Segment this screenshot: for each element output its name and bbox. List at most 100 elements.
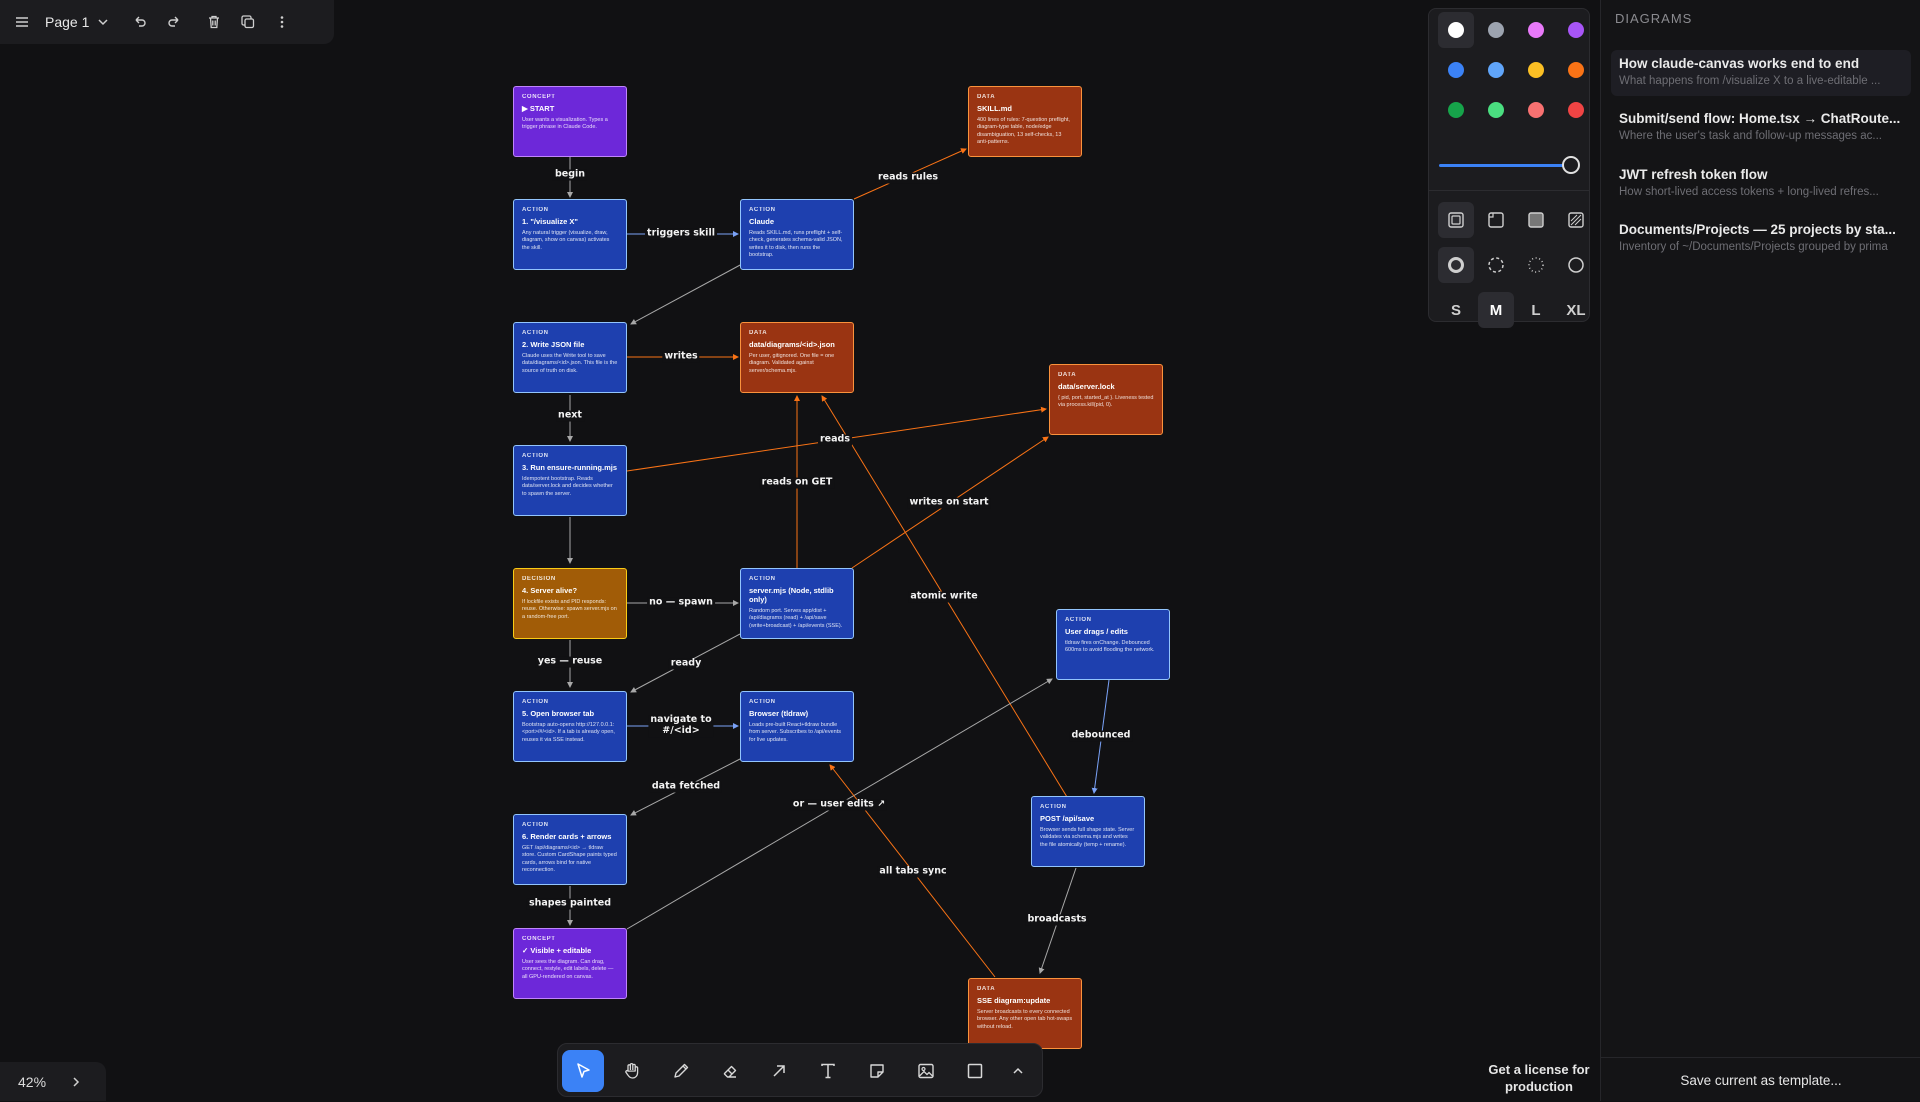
color-swatch[interactable] bbox=[1448, 62, 1464, 78]
edge-label-yes-reuse: yes — reuse bbox=[535, 655, 605, 668]
duplicate-icon[interactable] bbox=[231, 5, 265, 39]
card-server-alive[interactable]: DECISION 4. Server alive? If lockfile ex… bbox=[513, 568, 627, 639]
color-swatch[interactable] bbox=[1488, 102, 1504, 118]
zoom-level[interactable]: 42% bbox=[18, 1074, 46, 1090]
chevron-right-icon[interactable] bbox=[70, 1076, 82, 1088]
dash-dotted-icon[interactable] bbox=[1526, 255, 1546, 275]
card-ensure-running[interactable]: ACTION 3. Run ensure-running.mjs Idempot… bbox=[513, 445, 627, 516]
card-body: { pid, port, started_at }. Liveness test… bbox=[1058, 395, 1154, 409]
text-icon bbox=[821, 1063, 835, 1079]
eraser-icon bbox=[723, 1065, 737, 1078]
card-open-browser-tab[interactable]: ACTION 5. Open browser tab Bootstrap aut… bbox=[513, 691, 627, 762]
tool-bar bbox=[557, 1043, 1043, 1097]
card-title: server.mjs (Node, stdlib only) bbox=[749, 586, 834, 604]
arrow-tool-button[interactable] bbox=[758, 1050, 800, 1092]
card-body: Bootstrap auto-opens http://127.0.0.1:<p… bbox=[522, 722, 615, 743]
card-title: data/server.lock bbox=[1058, 382, 1115, 391]
select-tool-button[interactable] bbox=[562, 1050, 604, 1092]
eraser-tool-button[interactable] bbox=[709, 1050, 751, 1092]
color-swatch[interactable] bbox=[1528, 22, 1544, 38]
color-swatch[interactable] bbox=[1528, 102, 1544, 118]
size-m-button[interactable]: M bbox=[1478, 292, 1514, 328]
opacity-slider[interactable] bbox=[1439, 155, 1580, 175]
fill-solid-icon[interactable] bbox=[1526, 210, 1546, 230]
opacity-slider-thumb[interactable] bbox=[1562, 156, 1580, 174]
edge-label-user-edits: or — user edits ↗ bbox=[790, 798, 888, 811]
save-template-button[interactable]: Save current as template... bbox=[1601, 1057, 1920, 1102]
card-server-lock[interactable]: DATA data/server.lock { pid, port, start… bbox=[1049, 364, 1163, 435]
color-swatch[interactable] bbox=[1488, 62, 1504, 78]
page-name[interactable]: Page 1 bbox=[45, 14, 89, 30]
sidebar-item-title: How claude-canvas works end to end bbox=[1619, 56, 1860, 71]
chevron-down-icon[interactable] bbox=[91, 5, 115, 39]
fill-none-icon[interactable] bbox=[1446, 210, 1466, 230]
card-visible-editable[interactable]: CONCEPT ✓ Visible + editable User sees t… bbox=[513, 928, 627, 999]
card-tag: ACTION bbox=[749, 576, 776, 582]
card-skill-md[interactable]: DATA SKILL.md 400 lines of rules: 7-ques… bbox=[968, 86, 1082, 157]
card-claude[interactable]: ACTION Claude Reads SKILL.md, runs prefl… bbox=[740, 199, 854, 270]
undo-icon[interactable] bbox=[123, 5, 157, 39]
license-link[interactable]: Get a license for production bbox=[1478, 1062, 1600, 1096]
card-tag: ACTION bbox=[1065, 617, 1092, 623]
card-render-cards[interactable]: ACTION 6. Render cards + arrows GET /api… bbox=[513, 814, 627, 885]
color-swatch[interactable] bbox=[1528, 62, 1544, 78]
color-swatch[interactable] bbox=[1568, 62, 1584, 78]
fill-semi-icon[interactable] bbox=[1486, 210, 1506, 230]
sidebar-item-submit-flow[interactable]: Submit/send flow: Home.tsx → ChatRoute..… bbox=[1611, 105, 1911, 151]
fill-pattern-icon[interactable] bbox=[1566, 210, 1586, 230]
edge-label-reads-rules: reads rules bbox=[875, 171, 941, 184]
card-write-json[interactable]: ACTION 2. Write JSON file Claude uses th… bbox=[513, 322, 627, 393]
color-swatch[interactable] bbox=[1568, 22, 1584, 38]
card-body: Reads SKILL.md, runs preflight + self-ch… bbox=[749, 230, 843, 259]
sidebar-item-claude-canvas[interactable]: How claude-canvas works end to end What … bbox=[1611, 50, 1911, 96]
diagrams-sidebar: DIAGRAMS How claude-canvas works end to … bbox=[1600, 0, 1920, 1101]
sidebar-item-jwt-refresh[interactable]: JWT refresh token flow How short-lived a… bbox=[1611, 161, 1911, 207]
card-body: User sees the diagram. Can drag, connect… bbox=[522, 959, 614, 980]
card-visualize[interactable]: ACTION 1. "/visualize X" Any natural tri… bbox=[513, 199, 627, 270]
hand-icon bbox=[625, 1063, 639, 1079]
card-post-api-save[interactable]: ACTION POST /api/save Browser sends full… bbox=[1031, 796, 1145, 867]
sidebar-item-subtitle: Inventory of ~/Documents/Projects groupe… bbox=[1619, 241, 1888, 253]
more-tools-button[interactable] bbox=[998, 1050, 1038, 1092]
size-s-button[interactable]: S bbox=[1438, 292, 1474, 328]
edge-claude-to-a2[interactable] bbox=[630, 263, 743, 325]
card-sse-update[interactable]: DATA SSE diagram:update Server broadcast… bbox=[968, 978, 1082, 1049]
card-body: Idempotent bootstrap. Reads data/server.… bbox=[522, 476, 613, 497]
card-server-mjs[interactable]: ACTION server.mjs (Node, stdlib only) Ra… bbox=[740, 568, 854, 639]
trash-icon[interactable] bbox=[197, 5, 231, 39]
redo-icon[interactable] bbox=[157, 5, 191, 39]
hamburger-menu-icon[interactable] bbox=[5, 5, 39, 39]
card-body: Server broadcasts to every connected bro… bbox=[977, 1009, 1073, 1030]
dash-dashed-icon[interactable] bbox=[1486, 255, 1506, 275]
size-xl-button[interactable]: XL bbox=[1558, 292, 1594, 328]
dash-draw-icon[interactable] bbox=[1446, 255, 1466, 275]
rectangle-tool-button[interactable] bbox=[954, 1050, 996, 1092]
diagram-canvas[interactable]: CONCEPT ▶ START User wants a visualizati… bbox=[0, 0, 1600, 1101]
card-title: 5. Open browser tab bbox=[522, 709, 595, 718]
edge-label-writes-on-start: writes on start bbox=[907, 496, 991, 509]
sticky-note-icon bbox=[870, 1064, 884, 1078]
color-swatch[interactable] bbox=[1488, 22, 1504, 38]
image-tool-button[interactable] bbox=[905, 1050, 947, 1092]
color-swatch[interactable] bbox=[1448, 22, 1464, 38]
sidebar-item-documents-projects[interactable]: Documents/Projects — 25 projects by sta.… bbox=[1611, 216, 1911, 262]
card-title: Claude bbox=[749, 217, 775, 226]
card-browser-tldraw[interactable]: ACTION Browser (tldraw) Loads pre-built … bbox=[740, 691, 854, 762]
edge-label-shapes-painted: shapes painted bbox=[526, 897, 614, 910]
color-swatch[interactable] bbox=[1568, 102, 1584, 118]
text-tool-button[interactable] bbox=[807, 1050, 849, 1092]
sidebar-heading: DIAGRAMS bbox=[1615, 11, 1693, 26]
rectangle-icon bbox=[967, 1063, 983, 1079]
more-vertical-icon[interactable] bbox=[265, 5, 299, 39]
color-swatch[interactable] bbox=[1448, 102, 1464, 118]
card-tag: ACTION bbox=[522, 822, 549, 828]
edge-label-data-fetched: data fetched bbox=[649, 780, 723, 793]
card-diagram-json[interactable]: DATA data/diagrams/<id>.json Per user, g… bbox=[740, 322, 854, 393]
note-tool-button[interactable] bbox=[856, 1050, 898, 1092]
card-start[interactable]: CONCEPT ▶ START User wants a visualizati… bbox=[513, 86, 627, 157]
card-user-drags[interactable]: ACTION User drags / edits tldraw fires o… bbox=[1056, 609, 1170, 680]
dash-solid-icon[interactable] bbox=[1566, 255, 1586, 275]
draw-tool-button[interactable] bbox=[660, 1050, 702, 1092]
hand-tool-button[interactable] bbox=[611, 1050, 653, 1092]
size-l-button[interactable]: L bbox=[1518, 292, 1554, 328]
